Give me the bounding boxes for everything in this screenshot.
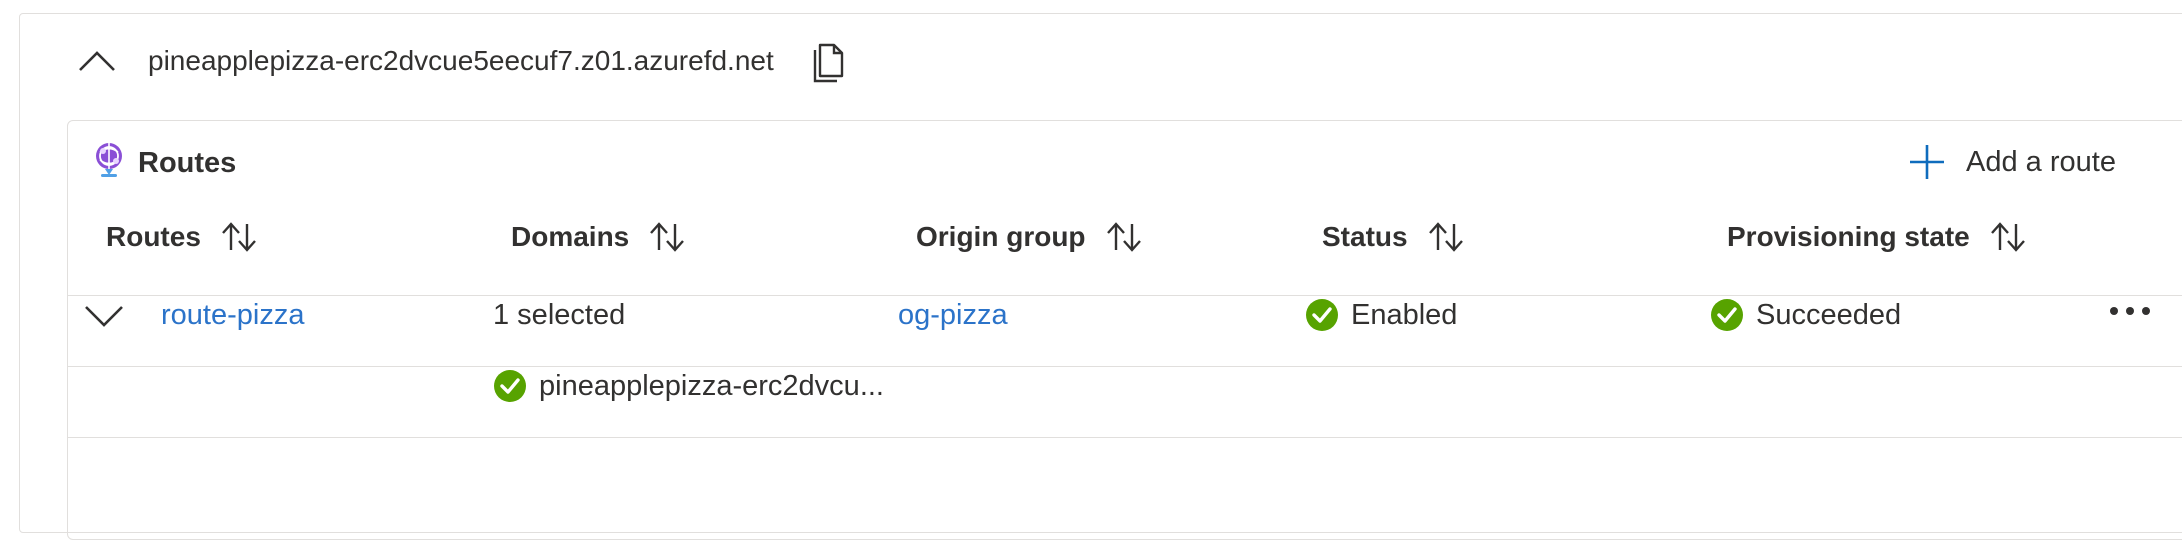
chevron-down-icon [85,306,123,327]
more-icon [2110,307,2150,315]
add-route-label: Add a route [1966,145,2116,178]
column-header-provisioning-state[interactable]: Provisioning state [1727,213,2028,261]
sort-icon [1990,222,2025,252]
collapse-endpoint-button[interactable] [76,44,118,78]
add-route-button[interactable]: Add a route [1908,139,2116,185]
column-header-label: Provisioning state [1727,221,1970,252]
column-header-label: Origin group [916,221,1086,252]
routes-card: Routes Add a route Routes Domains Origin… [67,120,2182,540]
row-divider [68,366,2182,367]
endpoint-hostname: pineapplepizza-erc2dvcue5eecuf7.z01.azur… [148,45,774,76]
sort-icon [650,222,685,252]
endpoint-header: pineapplepizza-erc2dvcue5eecuf7.z01.azur… [20,14,2182,98]
column-header-label: Domains [511,221,630,252]
copy-hostname-button[interactable] [806,36,852,84]
origin-group-link[interactable]: og-pizza [898,291,1008,339]
sort-icon [1428,222,1463,252]
expand-row-button[interactable] [82,295,126,335]
route-domains-cell: 1 selected [493,298,626,331]
add-icon [1910,145,1944,179]
column-header-routes[interactable]: Routes [106,213,259,261]
column-header-label: Status [1322,221,1408,252]
route-provisioning-cell: Succeeded [1710,291,1901,339]
sort-icon [1106,222,1141,252]
copy-icon [813,43,844,83]
routes-card-title: Routes [138,147,237,179]
route-provisioning-label: Succeeded [1756,298,1902,331]
route-domain-label: pineapplepizza-erc2dvcu... [539,369,884,402]
row-divider [68,437,2182,438]
check-circle-icon [1711,299,1743,331]
row-more-actions-button[interactable] [2108,301,2152,321]
route-name-link[interactable]: route-pizza [161,291,304,339]
column-header-label: Routes [106,221,201,252]
check-circle-icon [494,370,526,402]
route-status-cell: Enabled [1305,291,1457,339]
routes-icon [96,143,122,177]
check-circle-icon [1306,299,1338,331]
column-header-domains[interactable]: Domains [511,213,687,261]
chevron-up-icon [79,51,115,71]
route-status-label: Enabled [1351,298,1458,331]
route-domain-item: pineapplepizza-erc2dvcu... [493,362,884,410]
sort-icon [222,222,256,252]
endpoint-panel: pineapplepizza-erc2dvcue5eecuf7.z01.azur… [19,13,2182,540]
column-header-status[interactable]: Status [1322,213,1466,261]
column-header-origin-group[interactable]: Origin group [916,213,1144,261]
